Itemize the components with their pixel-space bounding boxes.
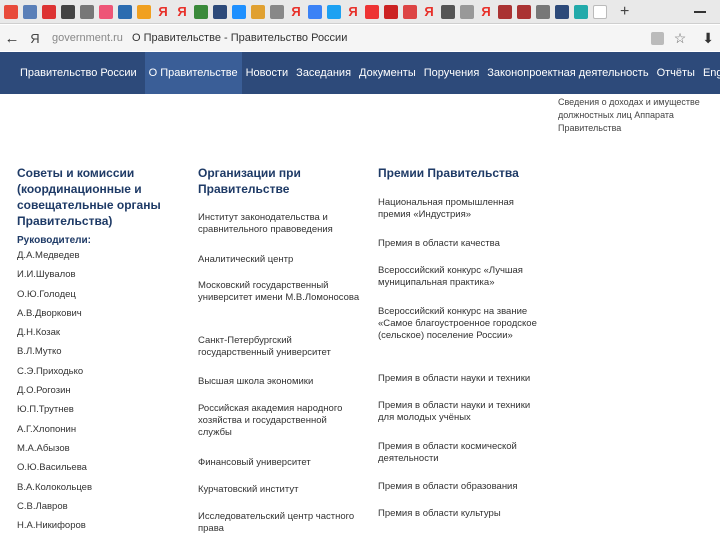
tab-favicon-icon[interactable] — [4, 4, 18, 19]
organization-link[interactable]: Московский государственный университет и… — [198, 280, 363, 304]
awards-heading[interactable]: Премии Правительства — [378, 165, 546, 181]
tab-favicon-icon[interactable] — [308, 4, 322, 19]
organization-link[interactable]: Исследовательский центр частного права — [198, 511, 363, 535]
nav-item-english[interactable]: Eng — [699, 52, 720, 94]
award-link[interactable]: Премия в области культуры — [378, 508, 546, 520]
award-link[interactable]: Премия в области качества — [378, 238, 546, 250]
award-link[interactable]: Всероссийский конкурс «Лучшая муниципаль… — [378, 265, 546, 289]
back-arrow-icon[interactable]: ← — [0, 30, 24, 47]
tab-favicon-icon[interactable] — [194, 4, 208, 19]
award-link[interactable]: Премия в области науки и техники для мол… — [378, 400, 546, 424]
nav-item-about[interactable]: О Правительстве — [144, 52, 242, 94]
councils-column: Советы и комиссии (координационные и сов… — [17, 165, 177, 535]
minimize-icon[interactable] — [694, 10, 706, 13]
address-bar: ← Я government.ru О Правительстве - Прав… — [0, 25, 720, 51]
leaders-list: Д.А.Медведев И.И.Шувалов О.Ю.Голодец А.В… — [17, 246, 177, 535]
organization-link[interactable]: Российская академия народного хозяйства … — [198, 403, 363, 439]
tab-yandex-icon[interactable]: Я — [479, 4, 493, 19]
reader-mode-icon[interactable] — [650, 31, 664, 45]
tab-favicon-icon[interactable] — [536, 4, 550, 19]
site-main-nav: Правительство России О Правительстве Нов… — [0, 52, 720, 94]
tab-active[interactable] — [593, 4, 607, 19]
leader-link[interactable]: О.Ю.Васильева — [17, 458, 177, 477]
leader-link[interactable]: С.Э.Приходько — [17, 362, 177, 381]
tab-favicon-icon[interactable] — [42, 4, 56, 19]
award-link[interactable]: Премия в области образования — [378, 481, 546, 493]
bookmark-star-icon[interactable]: ☆ — [674, 30, 687, 47]
nav-item-instructions[interactable]: Поручения — [420, 52, 484, 94]
tab-favicon-icon[interactable] — [365, 4, 379, 19]
nav-item-reports[interactable]: Отчёты — [653, 52, 699, 94]
tab-yandex-icon[interactable]: Я — [422, 4, 436, 19]
tab-favicon-icon[interactable] — [403, 4, 417, 19]
tab-favicon-icon[interactable] — [99, 4, 113, 19]
organization-link[interactable]: Институт законодательства и сравнительно… — [198, 212, 363, 236]
tab-favicon-icon[interactable] — [517, 4, 531, 19]
tab-favicon-icon[interactable] — [270, 4, 284, 19]
tab-favicon-icon[interactable] — [555, 4, 569, 19]
award-link[interactable]: Национальная промышленная премия «Индуст… — [378, 197, 546, 221]
award-link[interactable]: Премия в области науки и техники — [378, 373, 546, 385]
awards-column: Премии Правительства Национальная промыш… — [378, 165, 546, 540]
nav-item-meetings[interactable]: Заседания — [292, 52, 355, 94]
leader-link[interactable]: В.Л.Мутко — [17, 342, 177, 361]
leaders-subheading: Руководители: — [17, 235, 91, 246]
yandex-logo-icon[interactable]: Я — [24, 31, 46, 46]
income-disclosure-link[interactable]: Сведения о доходах и имуществе должностн… — [558, 96, 718, 135]
tab-yandex-icon[interactable]: Я — [346, 4, 360, 19]
leader-link[interactable]: И.И.Шувалов — [17, 265, 177, 284]
organizations-heading[interactable]: Организации при Правительстве — [198, 165, 363, 197]
councils-heading[interactable]: Советы и комиссии (координационные и сов… — [17, 165, 177, 229]
organization-link[interactable]: Аналитический центр — [198, 254, 363, 266]
organization-link[interactable]: Санкт-Петербургский государственный унив… — [198, 335, 363, 359]
leader-link[interactable]: О.Ю.Голодец — [17, 285, 177, 304]
tab-favicon-icon[interactable] — [80, 4, 94, 19]
leader-link[interactable]: В.А.Колокольцев — [17, 478, 177, 497]
tab-favicon-icon[interactable] — [23, 4, 37, 19]
organization-link[interactable]: Курчатовский институт — [198, 484, 363, 496]
leader-link[interactable]: Д.А.Медведев — [17, 246, 177, 265]
leader-link[interactable]: М.А.Абызов — [17, 439, 177, 458]
tab-strip: Я Я Я Я Я Я + — [0, 0, 720, 24]
tab-yandex-icon[interactable]: Я — [289, 4, 303, 19]
organization-link[interactable]: Финансовый университет — [198, 457, 363, 469]
nav-item-documents[interactable]: Документы — [355, 52, 420, 94]
nav-item-legislation[interactable]: Законопроектная деятельность — [483, 52, 652, 94]
tab-favicon-icon[interactable] — [574, 4, 588, 19]
award-link[interactable]: Всероссийский конкурс на звание «Самое б… — [378, 306, 546, 342]
organizations-column: Организации при Правительстве Институт з… — [198, 165, 363, 540]
leader-link[interactable]: А.Г.Хлопонин — [17, 420, 177, 439]
url-page-title: О Правительстве - Правительство России — [132, 32, 348, 44]
address-bar-actions: ☆ ⬇ — [650, 30, 720, 47]
tab-favicon-icon[interactable] — [232, 4, 246, 19]
award-link[interactable]: Премия в области космической деятельност… — [378, 441, 546, 465]
tab-favicon-icon[interactable] — [251, 4, 265, 19]
tab-favicon-icon[interactable] — [213, 4, 227, 19]
download-icon[interactable]: ⬇ — [702, 30, 714, 47]
leader-link[interactable]: Д.Н.Козак — [17, 323, 177, 342]
tab-favicon-icon[interactable] — [61, 4, 75, 19]
tab-favicon-icon[interactable] — [441, 4, 455, 19]
leader-link[interactable]: Н.А.Никифоров — [17, 516, 177, 535]
tab-favicon-icon[interactable] — [327, 4, 341, 19]
organization-link[interactable]: Высшая школа экономики — [198, 376, 363, 388]
tab-favicon-icon[interactable] — [137, 4, 151, 19]
tab-favicon-icon[interactable] — [460, 4, 474, 19]
leader-link[interactable]: С.В.Лавров — [17, 497, 177, 516]
new-tab-button[interactable]: + — [620, 3, 629, 21]
nav-item-home[interactable]: Правительство России — [14, 52, 143, 94]
tab-favicon-icon[interactable] — [498, 4, 512, 19]
nav-item-news[interactable]: Новости — [242, 52, 293, 94]
tab-yandex-icon[interactable]: Я — [156, 4, 170, 19]
url-field[interactable]: government.ru О Правительстве - Правител… — [52, 32, 347, 44]
leader-link[interactable]: Д.О.Рогозин — [17, 381, 177, 400]
url-domain: government.ru — [52, 32, 123, 44]
tab-favicon-icon[interactable] — [384, 4, 398, 19]
tab-favicon-icon[interactable] — [118, 4, 132, 19]
tab-yandex-icon[interactable]: Я — [175, 4, 189, 19]
leader-link[interactable]: Ю.П.Трутнев — [17, 400, 177, 419]
leader-link[interactable]: А.В.Дворкович — [17, 304, 177, 323]
